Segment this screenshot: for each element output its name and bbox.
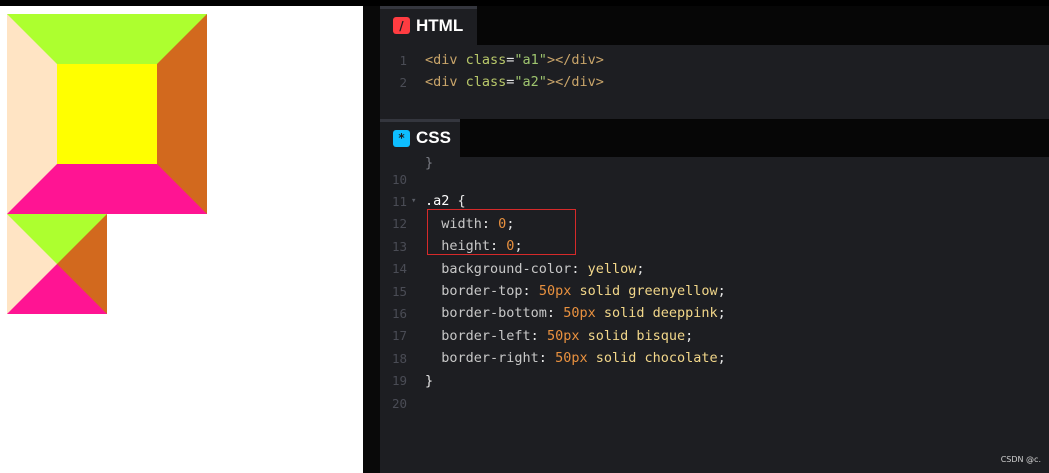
code-token: ; <box>717 305 726 322</box>
code-token: class <box>465 52 507 68</box>
box-a2 <box>7 214 107 314</box>
line-number: 19 <box>391 373 407 389</box>
code-token: ; <box>717 350 726 367</box>
code-editor: / HTML 1 <div class="a1"></div> 2 <div clas… <box>380 6 1049 473</box>
code-token: solid greenyellow <box>571 283 718 299</box>
code-token: "a1" <box>514 52 547 68</box>
code-token: class <box>465 74 507 91</box>
line-number: 14 <box>391 261 407 277</box>
code-token: border-top <box>425 283 523 299</box>
watermark: CSDN @c. <box>1000 455 1041 464</box>
html-pane-header: / HTML <box>380 6 1049 45</box>
code-line: 20 <box>380 392 1049 414</box>
code-line: 2 <div class="a2"></div> <box>380 71 1049 93</box>
code-token: : <box>530 327 547 344</box>
code-token: } <box>425 372 434 389</box>
code-text: border-left: 50px solid bisque; <box>425 328 693 344</box>
code-line: 18 border-right: 50px solid chocolate; <box>380 347 1049 369</box>
code-token: solid chocolate <box>587 350 718 367</box>
code-text: background-color: yellow; <box>425 260 645 277</box>
code-token: : <box>522 283 539 299</box>
code-line: 16 border-bottom: 50px solid deeppink; <box>380 302 1049 324</box>
code-line: 17 border-left: 50px solid bisque; <box>380 325 1049 347</box>
code-line: 15 border-top: 50px solid greenyellow; <box>380 280 1049 302</box>
resize-divider[interactable] <box>363 6 380 473</box>
code-token: background-color <box>425 260 572 277</box>
code-line: 14 background-color: yellow; <box>380 258 1049 280</box>
code-text: <div class="a1"></div> <box>425 52 604 68</box>
line-number: 12 <box>391 216 407 232</box>
slash-icon: / <box>393 17 410 34</box>
asterisk-icon: * <box>393 129 410 147</box>
result-preview <box>0 6 363 473</box>
code-line: 1 <div class="a1"></div> <box>380 49 1049 71</box>
code-token: yellow <box>587 260 637 277</box>
html-code-area[interactable]: 1 <div class="a1"></div> 2 <div class="a2">… <box>380 49 1049 119</box>
line-number: 17 <box>391 328 407 344</box>
tab-css-label: CSS <box>416 128 451 147</box>
line-number: 16 <box>391 305 407 321</box>
code-text: <div class="a2"></div> <box>425 74 604 90</box>
code-token: solid deeppink <box>595 305 718 322</box>
line-number: 1 <box>399 52 407 68</box>
box-a1 <box>7 14 207 214</box>
code-line: 19} <box>380 370 1049 392</box>
code-text: border-top: 50px solid greenyellow; <box>425 283 726 299</box>
code-text: .a2 { <box>425 193 466 209</box>
fold-arrow-icon[interactable]: ▾ <box>411 196 416 206</box>
code-token: .a2 <box>425 193 458 210</box>
code-token: <div <box>425 74 466 91</box>
css-code-area[interactable]: } 10 11 ▾ .a2 {12 width: 0; 13 height: 0; 14 … <box>380 155 1049 457</box>
tab-html-label: HTML <box>416 15 464 35</box>
code-token: ></div> <box>546 74 604 91</box>
code-token: "a2" <box>514 74 547 91</box>
code-line: 10 <box>380 168 1049 190</box>
code-token: { <box>457 193 466 210</box>
code-token: 50px <box>563 305 596 322</box>
code-token: solid bisque <box>579 327 686 344</box>
line-number: 10 <box>391 171 407 187</box>
line-number: 13 <box>391 238 407 254</box>
code-token: ; <box>685 327 694 344</box>
tab-html[interactable]: / HTML <box>380 6 477 45</box>
line-number: 2 <box>399 74 407 90</box>
line-number: 11 <box>391 193 407 209</box>
line-number: 20 <box>391 395 407 411</box>
line-number: 15 <box>391 283 407 299</box>
code-token: border-right <box>425 350 539 367</box>
code-token: : <box>571 260 588 277</box>
code-text: border-right: 50px solid chocolate; <box>425 350 726 366</box>
code-token: ; <box>717 283 726 299</box>
code-text: border-bottom: 50px solid deeppink; <box>425 305 726 321</box>
code-token: ; <box>636 260 645 277</box>
annotation-highlight-box <box>427 209 576 255</box>
code-text: } <box>425 373 433 389</box>
line-number: 18 <box>391 350 407 366</box>
code-token: ></div> <box>546 52 604 68</box>
code-token: border-left <box>425 327 531 344</box>
code-token: 50px <box>546 327 580 344</box>
code-token: 50px <box>555 350 588 367</box>
code-token: : <box>546 305 564 322</box>
code-token: <div <box>425 52 466 68</box>
code-token: border-bottom <box>425 305 547 322</box>
code-token: 50px <box>538 283 572 299</box>
code-token: : <box>538 350 556 367</box>
